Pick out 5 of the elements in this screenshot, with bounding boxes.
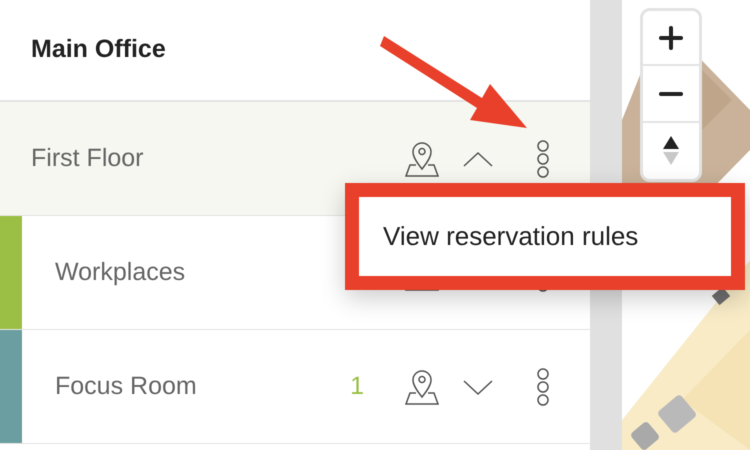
area-name: Focus Room <box>54 370 198 402</box>
available-count: 1 <box>350 370 364 402</box>
floor-name: First Floor <box>30 142 144 174</box>
location-title: Main Office <box>31 34 166 66</box>
area-name: Workplaces <box>54 256 186 288</box>
